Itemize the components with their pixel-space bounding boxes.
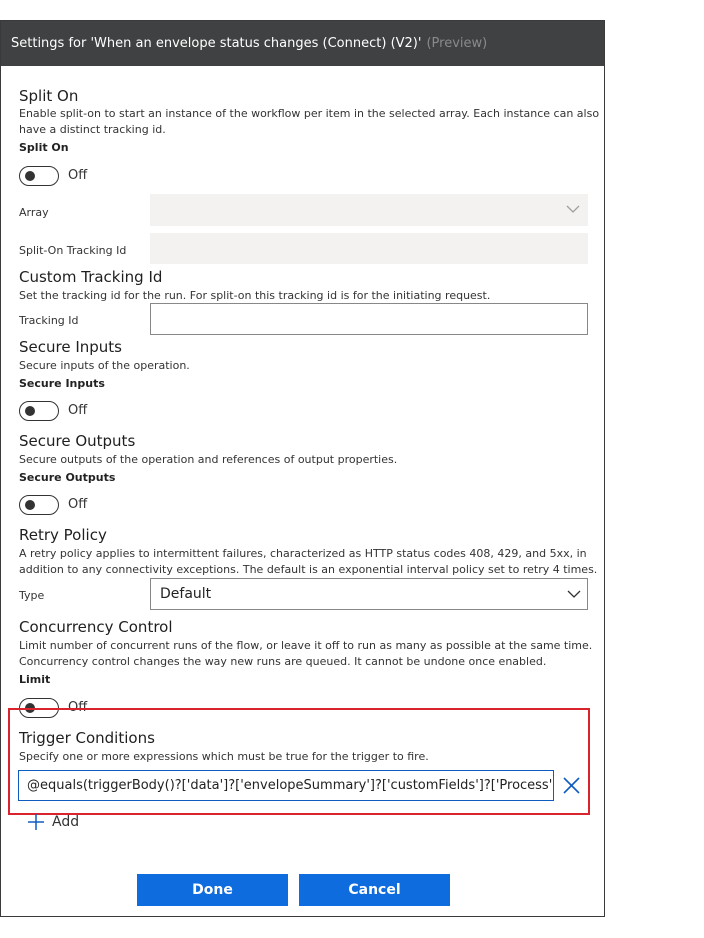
secure-outputs-desc: Secure outputs of the operation and refe… <box>19 453 398 466</box>
chevron-down-icon <box>566 205 580 213</box>
concurrency-desc-2: Concurrency control changes the way new … <box>19 655 547 668</box>
plus-icon <box>28 814 44 830</box>
concurrency-desc-1: Limit number of concurrent runs of the f… <box>19 639 593 652</box>
preview-label: (Preview) <box>426 36 488 51</box>
secure-outputs-title: Secure Outputs <box>19 432 136 450</box>
trigger-expression-input[interactable]: @equals(triggerBody()?['data']?['envelop… <box>18 770 554 801</box>
split-on-toggle[interactable] <box>19 166 59 186</box>
retry-type-value: Default <box>160 586 212 602</box>
secure-inputs-toggle-state: Off <box>68 403 88 418</box>
retry-policy-desc-2: addition to any connectivity exceptions.… <box>19 563 598 576</box>
secure-outputs-toggle-state: Off <box>68 497 88 512</box>
tracking-id-label: Tracking Id <box>19 314 79 327</box>
custom-tracking-desc: Set the tracking id for the run. For spl… <box>19 289 491 302</box>
retry-policy-title: Retry Policy <box>19 526 107 544</box>
array-label: Array <box>19 206 49 219</box>
custom-tracking-title: Custom Tracking Id <box>19 268 163 286</box>
tracking-id-input[interactable] <box>150 303 588 335</box>
close-icon[interactable] <box>563 777 580 794</box>
toggle-knob <box>25 406 35 416</box>
secure-inputs-toggle[interactable] <box>19 401 59 421</box>
secure-inputs-toggle-label: Secure Inputs <box>19 377 105 390</box>
cancel-button[interactable]: Cancel <box>299 874 450 906</box>
split-on-tracking-input[interactable] <box>150 233 588 264</box>
toggle-knob <box>25 171 35 181</box>
secure-inputs-desc: Secure inputs of the operation. <box>19 359 190 372</box>
toggle-knob <box>25 500 35 510</box>
retry-type-label: Type <box>19 589 45 602</box>
secure-inputs-title: Secure Inputs <box>19 338 122 356</box>
secure-outputs-toggle[interactable] <box>19 495 59 515</box>
panel-title: Settings for 'When an envelope status ch… <box>11 36 422 51</box>
chevron-down-icon <box>567 590 581 598</box>
concurrency-title: Concurrency Control <box>19 618 173 636</box>
add-label: Add <box>52 814 80 830</box>
concurrency-toggle-label: Limit <box>19 673 51 686</box>
split-on-title: Split On <box>19 87 79 105</box>
done-button[interactable]: Done <box>137 874 288 906</box>
split-on-toggle-label: Split On <box>19 141 69 154</box>
retry-type-dropdown[interactable]: Default <box>150 578 588 610</box>
split-on-desc-1: Enable split-on to start an instance of … <box>19 107 600 120</box>
secure-outputs-toggle-label: Secure Outputs <box>19 471 116 484</box>
panel-header: Settings for 'When an envelope status ch… <box>1 21 604 66</box>
array-dropdown[interactable] <box>150 194 588 226</box>
trigger-conditions-title: Trigger Conditions <box>19 729 155 747</box>
add-condition-button[interactable]: Add <box>27 813 79 831</box>
trigger-conditions-desc: Specify one or more expressions which mu… <box>19 750 429 763</box>
split-on-toggle-state: Off <box>68 168 88 183</box>
split-on-desc-2: have a distinct tracking id. <box>19 123 166 136</box>
retry-policy-desc-1: A retry policy applies to intermittent f… <box>19 547 587 560</box>
split-on-tracking-label: Split-On Tracking Id <box>19 244 127 257</box>
